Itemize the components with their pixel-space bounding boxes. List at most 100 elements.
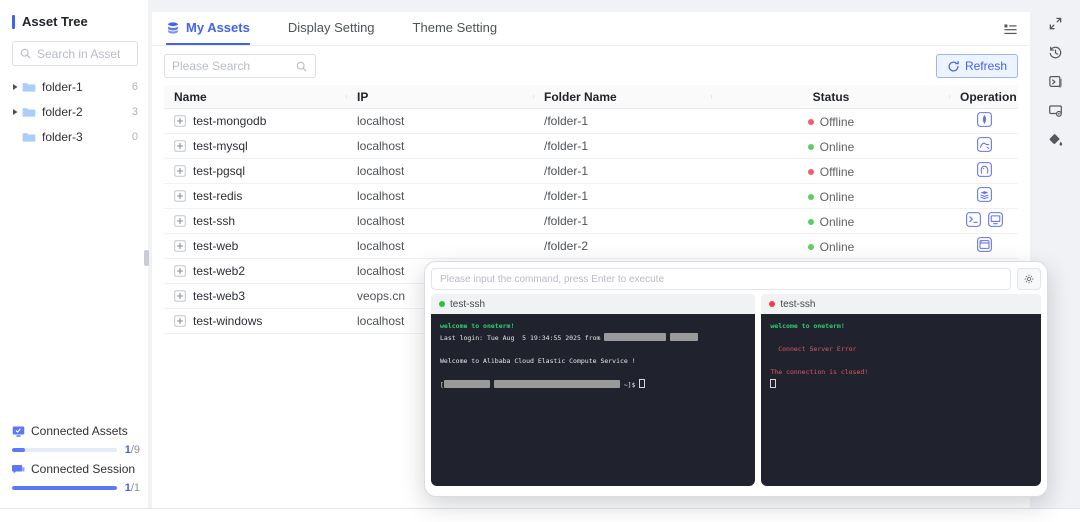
terminal-line: Welcome to Alibaba Cloud Elastic Compute… [440,356,746,368]
terminal-screen[interactable]: welcome to oneterm! Connect Server Error… [761,314,1041,486]
postgres-icon[interactable] [977,162,992,177]
terminal-tab[interactable]: test-ssh [761,294,1041,314]
tab-my-assets[interactable]: My Assets [166,12,250,45]
plus-box-icon[interactable] [174,290,186,302]
terminal-line [440,344,746,356]
gear-icon [1023,273,1035,285]
tab-bar: My Assets Display Setting Theme Setting [152,12,1030,46]
plus-box-icon[interactable] [174,215,186,227]
terminal-screen[interactable]: welcome to oneterm!Last login: Tue Aug 5… [431,314,755,486]
search-icon [19,47,32,60]
assets-icon [166,21,180,35]
asset-search-input[interactable] [37,47,131,61]
table-row[interactable]: test-mysqllocalhost/folder-1Online [164,134,1018,159]
asset-name: test-windows [193,314,262,328]
command-input[interactable] [431,268,1011,290]
plus-box-icon[interactable] [174,140,186,152]
tree-item-folder-2[interactable]: folder-23 [0,99,148,124]
table-row[interactable]: test-redislocalhost/folder-1Online [164,184,1018,209]
asset-operations [950,137,1018,155]
asset-folder: /folder-1 [534,214,712,228]
mysql-icon[interactable] [977,137,992,152]
tree-item-label: folder-1 [42,80,132,94]
plus-box-icon[interactable] [174,190,186,202]
display-settings-icon[interactable] [1048,103,1063,118]
redis-icon[interactable] [977,187,992,202]
sidebar: Asset Tree folder-16folder-23folder-30 C… [0,0,148,508]
asset-name: test-pgsql [193,164,245,178]
terminal-line [440,367,746,379]
status-text: Online [820,240,855,254]
table-row[interactable]: test-pgsqllocalhost/folder-1Offline [164,159,1018,184]
monitor-icon [12,425,25,438]
tree-item-count: 0 [132,131,138,143]
terminal-cursor [770,379,776,388]
asset-tree: folder-16folder-23folder-30 [0,74,148,149]
terminal-line [770,379,1032,392]
plus-box-icon[interactable] [174,115,186,127]
redacted-text [670,333,698,341]
redacted-text [604,333,666,341]
plus-box-icon[interactable] [174,165,186,177]
folder-icon [22,80,36,94]
asset-status: Online [712,139,950,154]
search-icon [295,60,308,73]
caret-right-icon[interactable] [8,108,22,116]
plus-box-icon[interactable] [174,265,186,277]
fullscreen-icon[interactable] [1048,16,1063,31]
asset-operations [950,187,1018,205]
sidebar-resize-handle[interactable] [144,250,149,266]
connection-stats: Connected Assets1/9Connected Session1/1 [12,418,140,494]
terminal-icon[interactable] [966,212,981,227]
table-header: NameIPFolder NameStatusOperation [164,85,1018,109]
session-status-dot [769,301,775,307]
mongodb-icon[interactable] [977,112,992,127]
history-icon[interactable] [1048,45,1063,60]
table-search-box[interactable] [164,54,316,78]
terminal-line: [ ~]$ [440,379,746,392]
refresh-button[interactable]: Refresh [936,54,1018,78]
plus-box-icon[interactable] [174,315,186,327]
footer-bar [0,508,1080,522]
table-row[interactable]: test-weblocalhost/folder-2Online [164,234,1018,259]
table-search-input[interactable] [172,59,290,73]
terminal-line [770,356,1032,368]
session-status-dot [439,301,445,307]
tab-theme-setting[interactable]: Theme Setting [413,12,498,45]
remote-desktop-icon[interactable] [988,212,1003,227]
asset-name: test-web3 [193,289,245,303]
theme-bucket-icon[interactable] [1048,132,1063,147]
tree-item-folder-3[interactable]: folder-30 [0,124,148,149]
asset-status: Offline [712,114,950,129]
progress-track [12,486,117,490]
status-text: Online [820,190,855,204]
table-row[interactable]: test-mongodblocalhost/folder-1Offline [164,109,1018,134]
stat-label: Connected Assets [31,424,128,438]
status-text: Offline [820,115,854,129]
command-settings-button[interactable] [1017,268,1041,290]
terminal-line: welcome to oneterm! [440,321,746,333]
redacted-text [444,380,490,388]
tab-display-setting[interactable]: Display Setting [288,12,375,45]
asset-ip: localhost [347,114,534,128]
asset-status: Online [712,214,950,229]
asset-status: Online [712,189,950,204]
asset-name: test-web [193,239,238,253]
column-header-folder-name: Folder Name [534,90,712,104]
browser-icon[interactable] [977,237,992,252]
list-icon[interactable] [1003,22,1018,37]
table-row[interactable]: test-sshlocalhost/folder-1Online [164,209,1018,234]
terminal-tab[interactable]: test-ssh [431,294,755,314]
console-icon[interactable] [1048,74,1063,89]
folder-icon [22,130,36,144]
asset-search-box[interactable] [12,41,138,66]
caret-right-icon[interactable] [8,83,22,91]
asset-operations [950,162,1018,180]
status-text: Online [820,215,855,229]
progress-fill [12,448,25,452]
terminal-tab-label: test-ssh [780,299,815,310]
asset-folder: /folder-1 [534,139,712,153]
tree-item-folder-1[interactable]: folder-16 [0,74,148,99]
status-dot [808,169,814,175]
plus-box-icon[interactable] [174,240,186,252]
